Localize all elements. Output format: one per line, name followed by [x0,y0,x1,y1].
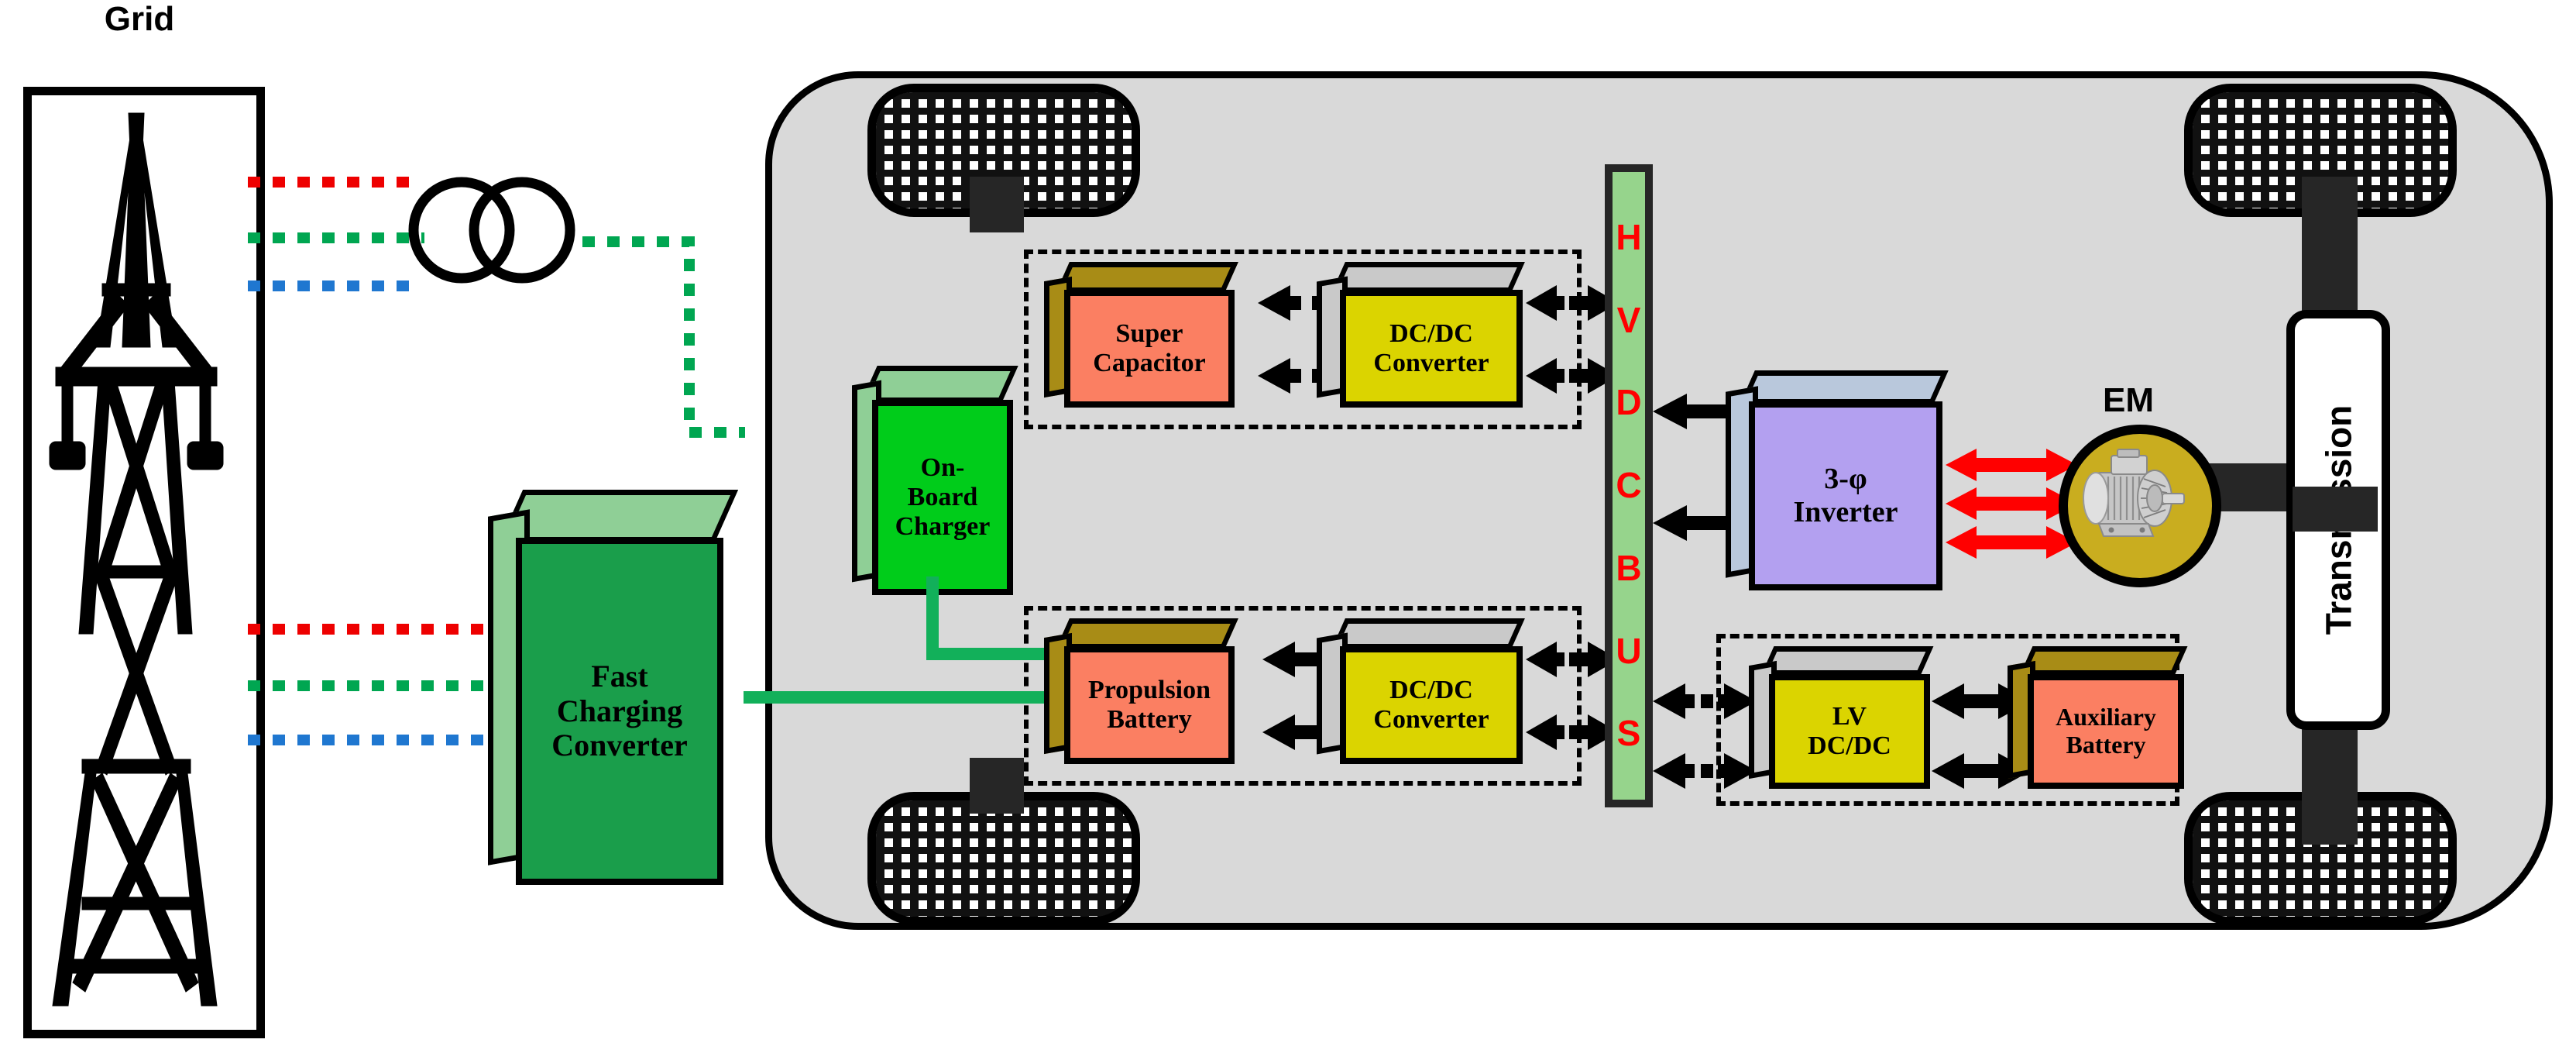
fcc-phase-c-line [248,735,484,745]
lv-dcdc-label: LV DC/DC [1808,701,1891,760]
hvbus-lvdcdc-arrow-upper [1653,683,1757,719]
super-capacitor-label: Super Capacitor [1093,318,1206,377]
electric-motor-icon [2059,425,2221,587]
grid-phase-c-line [248,280,418,291]
auxiliary-battery-block[interactable]: Auxiliary Battery [2008,646,2210,798]
inverter-em-phase-arrow-3 [1946,525,2077,559]
aux-front-face: Auxiliary Battery [2028,674,2184,789]
fcc-top-face [499,490,739,542]
hv-bus-letter-d: D [1616,382,1642,423]
hv-bus-letter-s: S [1616,713,1641,754]
inverter-top-face [1740,370,1949,404]
aux-top-face [2019,646,2188,676]
lvdcdc-front-face: LV DC/DC [1769,674,1930,789]
grid-phase-a-line [248,177,418,188]
transmission-tower-icon [25,91,246,1021]
super-capacitor-block[interactable]: Super Capacitor [1044,262,1259,417]
auxiliary-battery-label: Auxiliary Battery [2056,703,2156,759]
dcdc-converter-top-block[interactable]: DC/DC Converter [1317,262,1549,417]
sc-top-face [1056,262,1238,293]
hv-bus-letter-u: U [1616,630,1642,671]
obc-front-face: On- Board Charger [872,400,1013,595]
hv-bus-letter-h: H [1616,217,1642,258]
transmission-input-shaft [2293,487,2378,532]
hv-dc-bus[interactable]: H V D C B U S [1605,164,1653,807]
propulsion-battery-block[interactable]: Propulsion Battery [1044,618,1259,773]
lv-dcdc-block[interactable]: LV DC/DC [1749,646,1956,798]
inverter-em-phase-arrow-1 [1946,448,2077,482]
transformer-two-winding-icon [403,172,589,288]
hv-bus-letter-c: C [1616,465,1642,506]
dcdc-bottom-top-face [1331,618,1525,649]
hv-bus-letter-b: B [1616,547,1642,588]
rear-left-axle [970,758,1024,814]
front-right-axle [2302,177,2358,324]
grid-label: Grid [104,0,175,38]
propulsion-battery-label: Propulsion Battery [1087,675,1211,734]
dcdc-bottom-front-face: DC/DC Converter [1340,646,1523,764]
fcc-phase-a-line [248,624,484,635]
dcdc-converter-bottom-label: DC/DC Converter [1373,675,1489,734]
em-label: EM [2103,381,2154,419]
fcc-front-face: Fast Charging Converter [516,538,723,885]
dcdc-top-top-face [1331,262,1525,293]
front-left-axle [970,177,1024,232]
three-phase-inverter-label: 3-φ Inverter [1793,463,1898,528]
pb-front-face: Propulsion Battery [1064,646,1235,764]
dcdc-converter-bottom-block[interactable]: DC/DC Converter [1317,618,1549,773]
sc-front-face: Super Capacitor [1064,290,1235,408]
hv-bus-letter-v: V [1616,299,1641,340]
fast-charging-converter-block[interactable]: Fast Charging Converter [488,490,751,893]
inverter-front-face: 3-φ Inverter [1749,401,1942,590]
dcdc-top-front-face: DC/DC Converter [1340,290,1523,408]
fast-charging-converter-label: Fast Charging Converter [551,658,688,763]
fcc-phase-b-line [248,680,484,691]
obc-top-face [860,366,1018,403]
on-board-charger-label: On- Board Charger [895,453,991,542]
hvbus-lvdcdc-arrow-lower [1653,753,1757,789]
grid-phase-b-line [248,232,424,243]
lvdcdc-top-face [1760,646,1934,676]
inverter-em-phase-arrow-2 [1946,487,2077,521]
pb-top-face [1056,618,1238,649]
three-phase-inverter-block[interactable]: 3-φ Inverter [1726,370,1973,603]
on-board-charger-block[interactable]: On- Board Charger [852,366,1030,606]
dcdc-converter-top-label: DC/DC Converter [1373,318,1489,377]
fcc-battery-link [744,682,1094,713]
